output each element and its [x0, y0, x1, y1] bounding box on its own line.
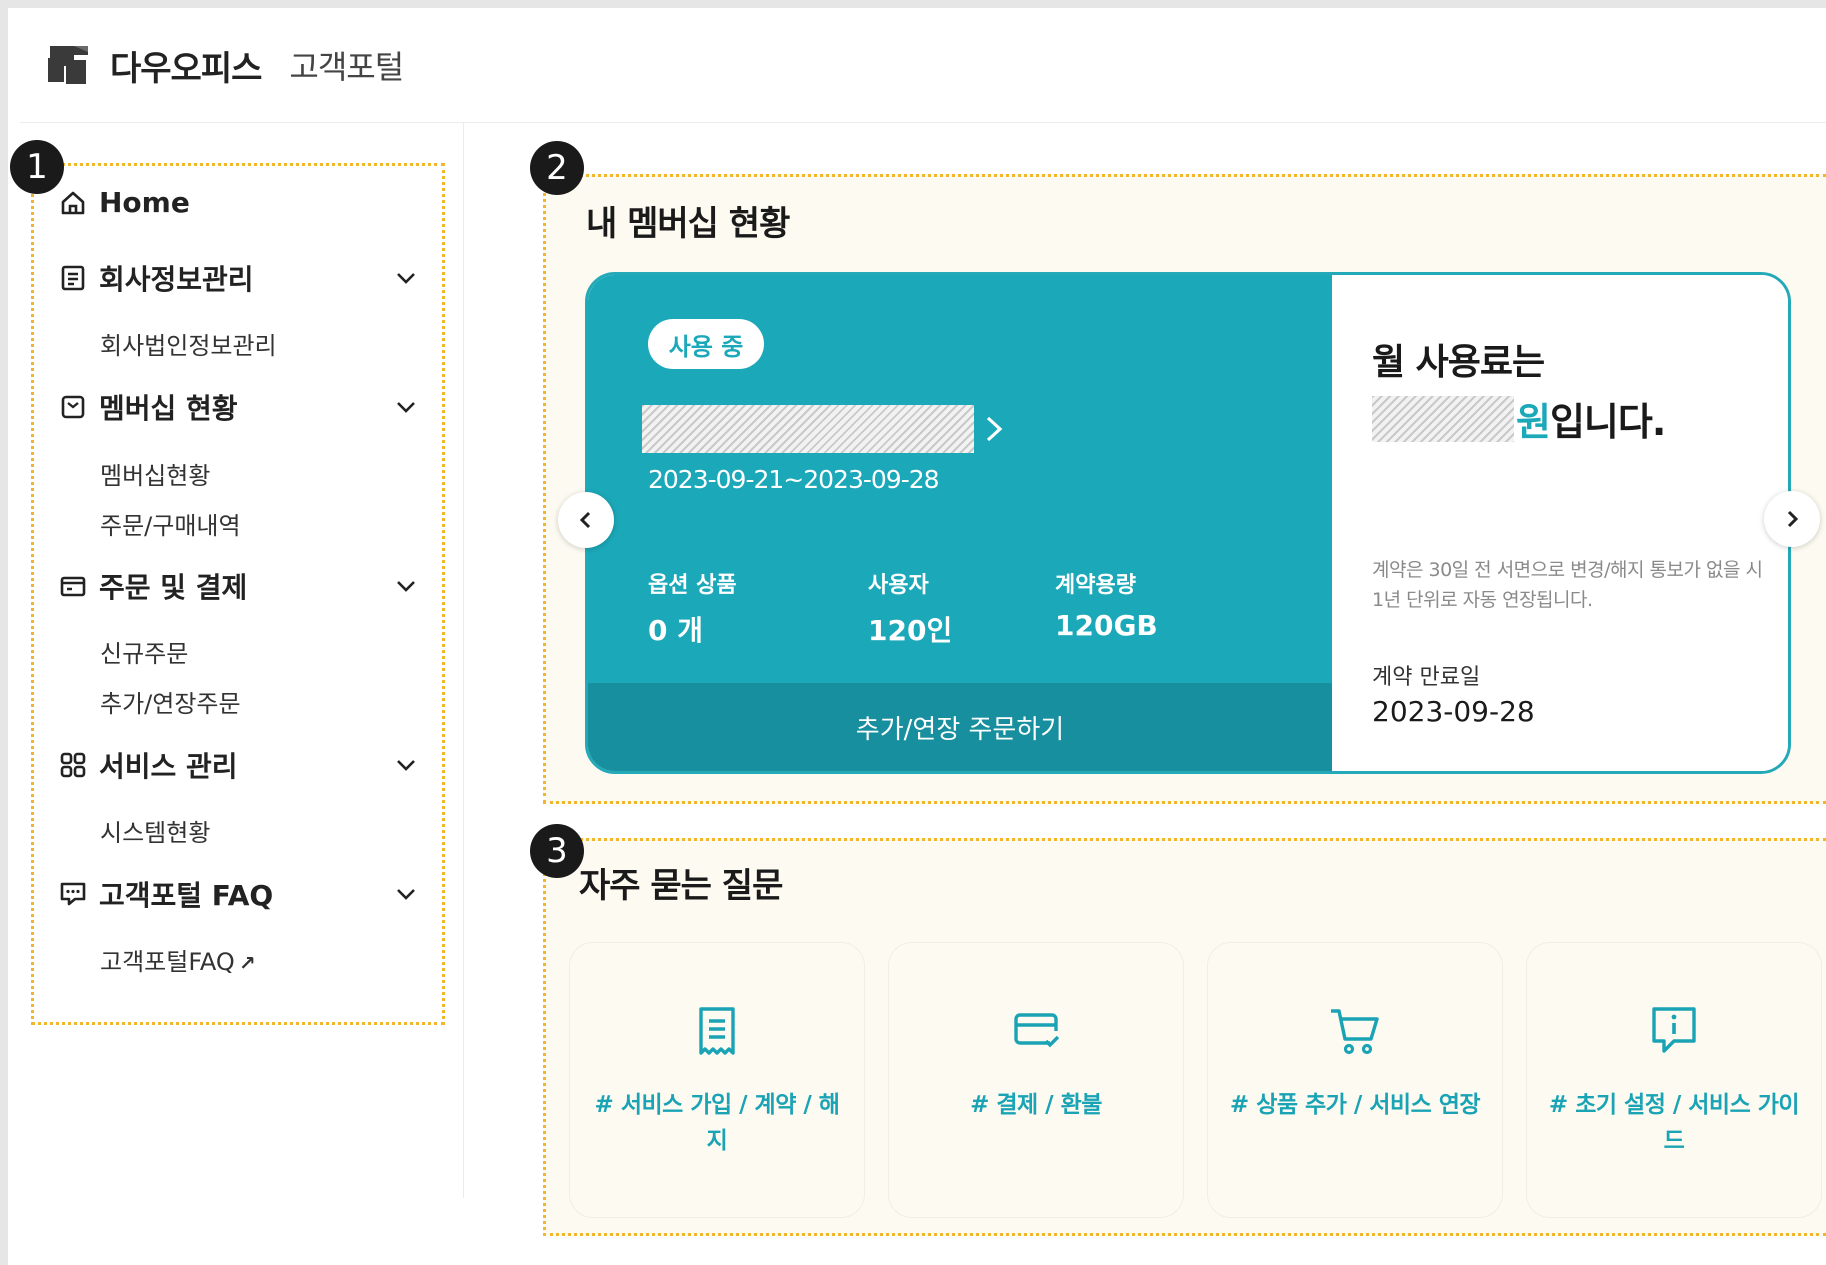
membership-card-main: 사용 중 2023-09-21~2023-09-28 옵션 상품 0 개 사용자…	[588, 275, 1332, 771]
fee-label: 월 사용료는	[1372, 342, 1545, 383]
sidebar-group-service[interactable]: 서비스 관리	[59, 745, 419, 785]
stat-value: 120GB	[1055, 609, 1158, 642]
marker-2: 2	[530, 141, 584, 195]
order-extend-button[interactable]: 추가/연장 주문하기	[588, 683, 1332, 771]
grid-apps-icon	[60, 752, 86, 778]
document-list-icon	[61, 265, 85, 291]
chat-bubble-icon	[60, 882, 86, 906]
home-icon	[61, 191, 85, 214]
stat-label: 계약용량	[1055, 573, 1136, 598]
sidebar-group-label: 멤버십 현황	[99, 392, 238, 425]
stat-users: 사용자 120인	[868, 567, 952, 649]
sidebar-sub-order-history[interactable]: 주문/구매내역	[100, 506, 241, 541]
stat-options: 옵션 상품 0 개	[648, 567, 737, 649]
stat-storage: 계약용량 120GB	[1055, 567, 1158, 642]
carousel-prev-button[interactable]	[558, 492, 614, 548]
masked-product-name	[642, 405, 974, 453]
sidebar-sub-new-order[interactable]: 신규주문	[100, 634, 188, 669]
top-header: 다우오피스 고객포털	[20, 8, 1826, 123]
sidebar-sub-label: 고객포털FAQ	[100, 948, 235, 976]
renewal-notice: 계약은 30일 전 서면으로 변경/해지 통보가 없을 시 1년 단위로 자동 …	[1372, 559, 1763, 612]
masked-fee-amount	[1372, 395, 1514, 442]
chevron-down-icon[interactable]	[393, 881, 419, 907]
stat-label: 사용자	[868, 573, 929, 598]
status-badge: 사용 중	[648, 319, 764, 369]
chevron-right-icon	[1787, 510, 1799, 528]
fee-currency: 원	[1516, 400, 1551, 444]
chevron-right-icon[interactable]	[980, 413, 1008, 445]
membership-card: 사용 중 2023-09-21~2023-09-28 옵션 상품 0 개 사용자…	[585, 272, 1791, 774]
sidebar-item-label: Home	[99, 186, 190, 219]
sidebar-group-label: 주문 및 결제	[99, 571, 248, 604]
daouoffice-logo-icon[interactable]	[44, 42, 94, 88]
faq-card-label: # 상품 추가 / 서비스 연장	[1229, 1092, 1481, 1118]
sidebar-group-company[interactable]: 회사정보관리	[59, 258, 419, 298]
sidebar-group-label: 서비스 관리	[99, 750, 238, 783]
marker-3: 3	[530, 824, 584, 878]
stat-value: 0 개	[648, 614, 703, 647]
faq-card-payment[interactable]: # 결제 / 환불	[888, 942, 1184, 1218]
sidebar-sub-membership-status[interactable]: 멤버십현황	[100, 456, 210, 491]
carousel-next-button[interactable]	[1764, 491, 1820, 547]
sidebar-sub-extend-order[interactable]: 추가/연장주문	[100, 684, 241, 719]
sidebar-group-faq[interactable]: 고객포털 FAQ	[59, 874, 419, 914]
membership-title: 내 멤버십 현황	[586, 204, 790, 244]
external-link-icon: ↗	[238, 951, 256, 975]
membership-card-fee: 월 사용료는 원 입니다. 계약은 30일 전 서면으로 변경/해지 통보가 없…	[1332, 275, 1788, 771]
membership-box-icon	[61, 395, 85, 419]
sidebar-group-label: 고객포털 FAQ	[99, 879, 274, 912]
faq-card-product[interactable]: # 상품 추가 / 서비스 연장	[1207, 942, 1503, 1218]
sidebar-sub-system-status[interactable]: 시스템현황	[100, 813, 210, 848]
fee-suffix: 입니다.	[1549, 400, 1666, 444]
shopping-cart-icon	[1331, 1009, 1379, 1055]
sidebar-group-membership[interactable]: 멤버십 현황	[59, 387, 419, 427]
portal-name: 고객포털	[289, 48, 404, 86]
fee-amount-line: 원 입니다.	[1372, 391, 1666, 446]
faq-card-label: # 결제 / 환불	[970, 1092, 1102, 1118]
faq-card-label: # 초기 설정 / 서비스 가이드	[1548, 1092, 1800, 1154]
chevron-down-icon[interactable]	[393, 394, 419, 420]
info-bubble-icon	[1652, 1007, 1696, 1053]
receipt-icon	[699, 1007, 735, 1055]
faq-card-signup[interactable]: # 서비스 가입 / 계약 / 해지	[569, 942, 865, 1218]
sidebar-item-home[interactable]: Home	[59, 186, 419, 219]
expiry-label: 계약 만료일	[1372, 665, 1481, 690]
payment-card-icon	[60, 576, 86, 597]
chevron-down-icon[interactable]	[393, 573, 419, 599]
stat-value: 120인	[868, 614, 953, 647]
faq-title: 자주 묻는 질문	[579, 866, 783, 906]
chevron-left-icon	[579, 511, 591, 529]
contract-period: 2023-09-21~2023-09-28	[648, 465, 940, 494]
expiry-date: 2023-09-28	[1372, 695, 1535, 728]
faq-card-guide[interactable]: # 초기 설정 / 서비스 가이드	[1526, 942, 1822, 1218]
chevron-down-icon[interactable]	[393, 265, 419, 291]
sidebar-sub-portal-faq[interactable]: 고객포털FAQ ↗	[100, 942, 256, 977]
sidebar-divider	[463, 123, 464, 1198]
sidebar-sub-company-info[interactable]: 회사법인정보관리	[100, 326, 277, 361]
stat-label: 옵션 상품	[648, 573, 737, 598]
sidebar-group-payment[interactable]: 주문 및 결제	[59, 566, 419, 606]
credit-card-check-icon	[1014, 1013, 1060, 1048]
marker-1: 1	[10, 140, 64, 194]
sidebar-nav: Home 회사정보관리 회사법인정보관리 멤버십 현황 멤버십현황 주문/구매내…	[31, 163, 445, 1025]
faq-card-label: # 서비스 가입 / 계약 / 해지	[594, 1092, 840, 1154]
chevron-down-icon[interactable]	[393, 752, 419, 778]
brand-name[interactable]: 다우오피스	[110, 41, 262, 90]
sidebar-group-label: 회사정보관리	[99, 263, 254, 296]
